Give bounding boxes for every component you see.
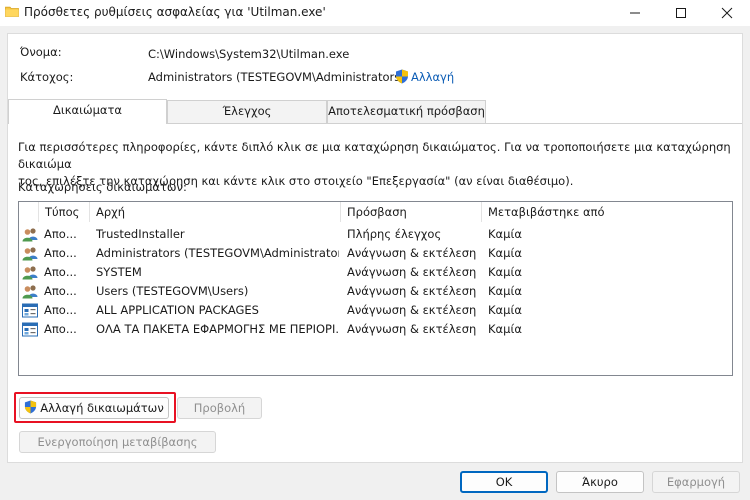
- cell-principal: ΟΛΑ ΤΑ ΠΑΚΕΤΑ ΕΦΑΡΜΟΓΗΣ ΜΕ ΠΕΡΙΟΡΙ...: [96, 322, 339, 336]
- cell-principal: Administrators (TESTEGOVM\Administrators…: [96, 246, 339, 260]
- info-text-line-1: Για περισσότερες πληροφορίες, κάντε διπλ…: [18, 140, 731, 171]
- cell-type: Απο...: [44, 227, 77, 241]
- app-packages-icon: [22, 303, 38, 318]
- tab-auditing[interactable]: Έλεγχος: [167, 100, 327, 123]
- cell-inherited-from: Καμία: [488, 265, 522, 279]
- cell-inherited-from: Καμία: [488, 227, 522, 241]
- uac-shield-icon: [396, 69, 408, 84]
- cell-principal: Users (TESTEGOVM\Users): [96, 284, 249, 298]
- tab-effective-access-label: Αποτελεσματική πρόσβαση: [328, 104, 485, 118]
- tab-permissions[interactable]: Δικαιώματα: [8, 99, 167, 124]
- table-row[interactable]: Απο... ΟΛΑ ΤΑ ΠΑΚΕΤΑ ΕΦΑΡΜΟΓΗΣ ΜΕ ΠΕΡΙΟΡ…: [19, 320, 732, 339]
- cell-inherited-from: Καμία: [488, 322, 522, 336]
- folder-icon: [5, 6, 19, 17]
- maximize-icon: [676, 8, 686, 18]
- cell-access: Ανάγνωση & εκτέλεση: [347, 322, 477, 336]
- highlight-frame: [14, 392, 176, 423]
- close-icon: [721, 7, 733, 19]
- table-row[interactable]: Απο... Users (TESTEGOVM\Users) Ανάγνωση …: [19, 282, 732, 301]
- cell-inherited-from: Καμία: [488, 246, 522, 260]
- user-group-icon: [22, 266, 38, 280]
- apply-button[interactable]: Εφαρμογή: [652, 471, 740, 493]
- name-value: C:\Windows\System32\Utilman.exe: [148, 47, 350, 61]
- tab-effective-access[interactable]: Αποτελεσματική πρόσβαση: [327, 100, 486, 123]
- permission-entries-list[interactable]: Τύπος Αρχή Πρόσβαση Μεταβιβάστηκε από Απ…: [18, 201, 733, 376]
- list-header: Τύπος Αρχή Πρόσβαση Μεταβιβάστηκε από: [19, 202, 732, 222]
- cell-type: Απο...: [44, 284, 77, 298]
- cell-access: Ανάγνωση & εκτέλεση: [347, 303, 477, 317]
- cell-access: Ανάγνωση & εκτέλεση: [347, 265, 477, 279]
- cell-access: Ανάγνωση & εκτέλεση: [347, 284, 477, 298]
- enable-inheritance-label: Ενεργοποίηση μεταβίβασης: [37, 435, 198, 449]
- cell-principal: TrustedInstaller: [96, 227, 185, 241]
- app-packages-icon: [22, 322, 38, 337]
- table-row[interactable]: Απο... SYSTEM Ανάγνωση & εκτέλεση Καμία: [19, 263, 732, 282]
- cell-principal: ALL APPLICATION PACKAGES: [96, 303, 259, 317]
- owner-value: Administrators (TESTEGOVM\Administrators…: [148, 70, 405, 84]
- permission-entries-label: Καταχωρήσεις δικαιωμάτων:: [18, 180, 187, 194]
- title-bar: Πρόσθετες ρυθμίσεις ασφαλείας για 'Utilm…: [0, 0, 750, 26]
- cell-inherited-from: Καμία: [488, 284, 522, 298]
- owner-label: Κάτοχος:: [20, 70, 74, 84]
- enable-inheritance-button[interactable]: Ενεργοποίηση μεταβίβασης: [19, 431, 216, 453]
- user-group-icon: [22, 228, 38, 242]
- header-access[interactable]: Πρόσβαση: [341, 202, 482, 222]
- cancel-button[interactable]: Άκυρο: [556, 471, 644, 493]
- cell-principal: SYSTEM: [96, 265, 142, 279]
- cell-type: Απο...: [44, 265, 77, 279]
- minimize-icon: [630, 12, 640, 14]
- change-owner-label: Αλλαγή: [411, 70, 455, 84]
- window-title: Πρόσθετες ρυθμίσεις ασφαλείας για 'Utilm…: [24, 5, 326, 19]
- close-button[interactable]: [704, 0, 750, 26]
- cell-inherited-from: Καμία: [488, 303, 522, 317]
- cell-type: Απο...: [44, 303, 77, 317]
- user-group-icon: [22, 247, 38, 261]
- cancel-button-label: Άκυρο: [582, 475, 618, 489]
- cell-access: Ανάγνωση & εκτέλεση: [347, 246, 477, 260]
- tab-permissions-label: Δικαιώματα: [52, 103, 123, 117]
- ok-button[interactable]: OK: [460, 471, 548, 493]
- view-button-label: Προβολή: [193, 401, 246, 415]
- cell-type: Απο...: [44, 246, 77, 260]
- ok-button-label: OK: [495, 475, 513, 489]
- cell-access: Πλήρης έλεγχος: [347, 227, 442, 241]
- view-button[interactable]: Προβολή: [177, 397, 262, 419]
- table-row[interactable]: Απο... ALL APPLICATION PACKAGES Ανάγνωση…: [19, 301, 732, 320]
- apply-button-label: Εφαρμογή: [666, 475, 726, 489]
- header-principal[interactable]: Αρχή: [90, 202, 341, 222]
- header-type[interactable]: Τύπος: [39, 202, 90, 222]
- maximize-button[interactable]: [658, 0, 704, 26]
- header-icon-column: [19, 202, 39, 222]
- minimize-button[interactable]: [612, 0, 658, 26]
- tab-auditing-label: Έλεγχος: [222, 104, 272, 118]
- user-group-icon: [22, 285, 38, 299]
- table-row[interactable]: Απο... Administrators (TESTEGOVM\Adminis…: [19, 244, 732, 263]
- cell-type: Απο...: [44, 322, 77, 336]
- table-row[interactable]: Απο... TrustedInstaller Πλήρης έλεγχος Κ…: [19, 225, 732, 244]
- header-inherited-from[interactable]: Μεταβιβάστηκε από: [482, 202, 732, 222]
- name-label: Όνομα:: [20, 45, 62, 59]
